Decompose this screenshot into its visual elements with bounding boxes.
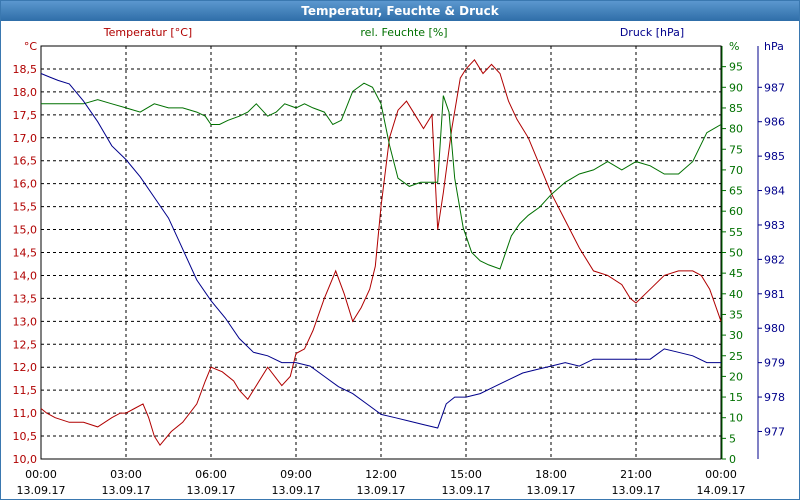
pressure-axis-title: Druck [hPa] [620,26,684,39]
x-tick-date: 13.09.17 [357,484,406,497]
pressure-unit-label: hPa [764,40,784,53]
humidity-tick-label: 20 [729,370,743,383]
pressure-tick-label: 983 [764,219,785,232]
pressure-tick-label: 980 [764,322,785,335]
x-tick-time: 15:00 [450,468,482,481]
temperature-unit-label: °C [24,40,38,53]
temperature-tick-label: 15,0 [13,224,38,237]
temperature-tick-label: 18,0 [13,86,38,99]
humidity-tick-label: 40 [729,288,743,301]
x-tick-time: 06:00 [195,468,227,481]
humidity-tick-label: 5 [729,432,736,445]
temperature-tick-label: 13,5 [13,292,38,305]
humidity-tick-label: 75 [729,143,743,156]
temperature-tick-label: 10,0 [13,453,38,466]
temperature-tick-label: 15,5 [13,201,38,214]
humidity-tick-label: 65 [729,185,743,198]
humidity-tick-label: 60 [729,205,743,218]
humidity-tick-label: 95 [729,61,743,74]
humidity-tick-label: 55 [729,226,743,239]
humidity-tick-label: 25 [729,350,743,363]
x-tick-date: 13.09.17 [442,484,491,497]
x-tick-time: 03:00 [110,468,142,481]
temperature-tick-label: 12,0 [13,361,38,374]
temperature-tick-label: 17,5 [13,109,38,122]
x-tick-date: 13.09.17 [612,484,661,497]
x-tick-time: 00:00 [705,468,737,481]
x-tick-time: 21:00 [620,468,652,481]
temperature-tick-label: 12,5 [13,338,38,351]
humidity-tick-label: 50 [729,247,743,260]
temperature-tick-label: 16,0 [13,178,38,191]
humidity-axis-title: rel. Feuchte [%] [360,26,447,39]
pressure-tick-label: 982 [764,253,785,266]
x-tick-time: 18:00 [535,468,567,481]
temperature-tick-label: 13,0 [13,315,38,328]
temperature-tick-label: 17,0 [13,132,38,145]
humidity-tick-label: 15 [729,391,743,404]
pressure-tick-label: 981 [764,288,785,301]
x-tick-date: 13.09.17 [102,484,151,497]
chart-canvas: 00:00 13.09.17 03:00 13.09.17 06:00 13.09.17 0… [13,26,786,497]
x-tick-date: 13.09.17 [272,484,321,497]
temperature-tick-label: 11,0 [13,407,38,420]
humidity-tick-label: 85 [729,102,743,115]
temperature-tick-label: 11,5 [13,384,38,397]
humidity-tick-label: 70 [729,164,743,177]
pressure-tick-label: 986 [764,116,785,129]
x-tick-time: 09:00 [280,468,312,481]
humidity-tick-label: 80 [729,123,743,136]
x-tick-time: 12:00 [365,468,397,481]
pressure-tick-label: 984 [764,185,785,198]
humidity-tick-label: 45 [729,267,743,280]
humidity-tick-label: 30 [729,329,743,342]
pressure-tick-label: 979 [764,357,785,370]
x-tick-date: 13.09.17 [187,484,236,497]
humidity-tick-label: 90 [729,81,743,94]
humidity-tick-label: 35 [729,308,743,321]
x-tick-date: 14.09.17 [697,484,746,497]
pressure-tick-label: 987 [764,81,785,94]
temperature-axis-title: Temperatur [°C] [103,26,192,39]
humidity-tick-label: 10 [729,412,743,425]
temperature-tick-label: 10,5 [13,430,38,443]
temperature-tick-label: 16,5 [13,155,38,168]
x-tick-date: 13.09.17 [17,484,66,497]
pressure-tick-label: 985 [764,150,785,163]
temperature-tick-label: 14,0 [13,269,38,282]
pressure-tick-label: 977 [764,425,785,438]
temperature-tick-label: 14,5 [13,247,38,260]
x-tick-time: 00:00 [25,468,57,481]
pressure-tick-label: 978 [764,391,785,404]
x-tick-date: 13.09.17 [527,484,576,497]
temperature-tick-label: 18,5 [13,63,38,76]
humidity-unit-label: % [729,40,739,53]
humidity-tick-label: 0 [729,453,736,466]
